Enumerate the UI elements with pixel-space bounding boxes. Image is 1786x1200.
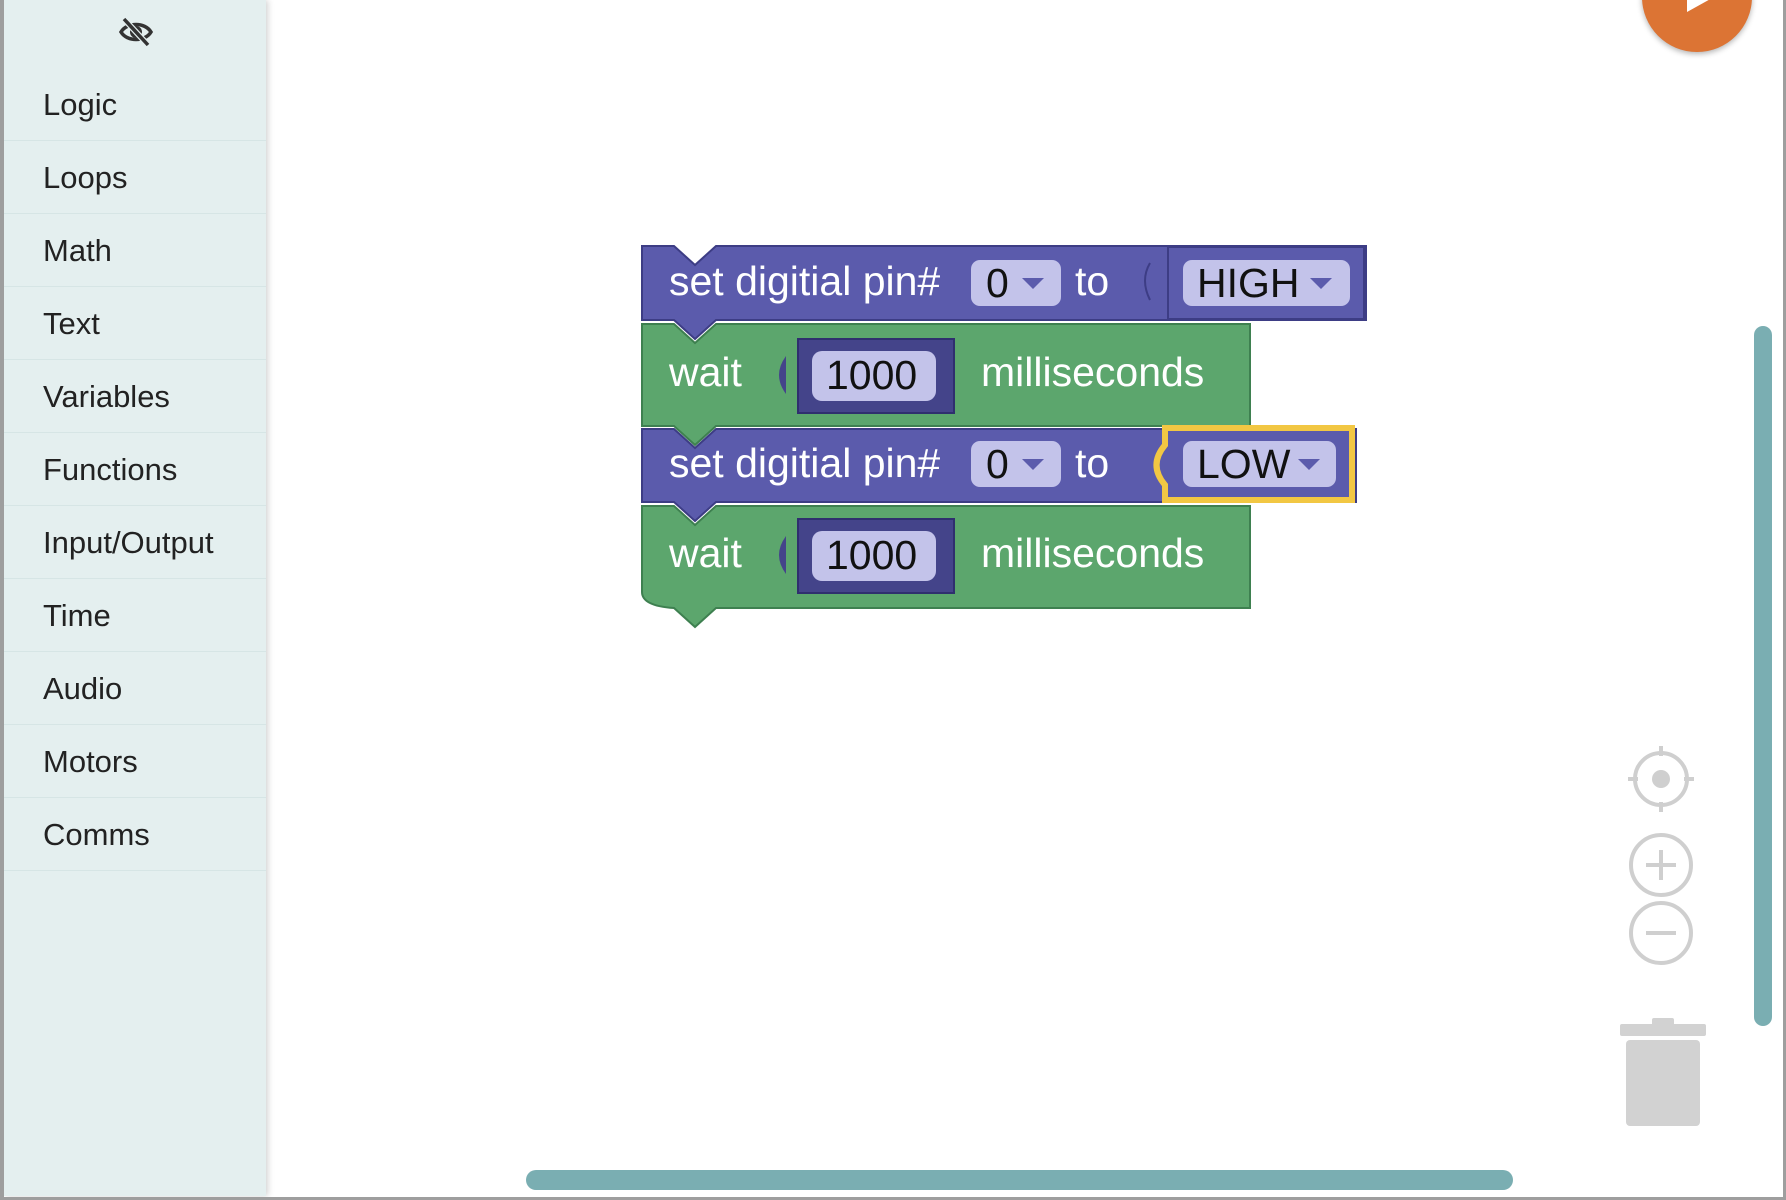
category-variables[interactable]: Variables: [4, 360, 266, 433]
window-frame-left: [0, 0, 4, 1200]
svg-text:LOW: LOW: [1197, 441, 1291, 487]
svg-text:0: 0: [986, 441, 1009, 487]
minus-circle-icon[interactable]: [1626, 898, 1696, 968]
category-logic[interactable]: Logic: [4, 68, 266, 141]
milliseconds-label: milliseconds: [981, 530, 1204, 576]
eye-slash-icon[interactable]: [118, 14, 154, 50]
category-comms[interactable]: Comms: [4, 798, 266, 871]
milliseconds-label: milliseconds: [981, 349, 1204, 395]
set-pin-label: set digitial pin#: [669, 440, 940, 486]
pin-dropdown[interactable]: 0: [971, 260, 1061, 306]
wait-block[interactable]: wait 1000 milliseconds: [641, 323, 1251, 447]
wait-label: wait: [668, 349, 743, 395]
category-functions[interactable]: Functions: [4, 433, 266, 506]
block-workspace[interactable]: set digitial pin# 0 to HIGH wait 1000 mi…: [0, 0, 1786, 1200]
run-button[interactable]: [1642, 0, 1752, 52]
category-motors[interactable]: Motors: [4, 725, 266, 798]
plus-circle-icon[interactable]: [1626, 830, 1696, 900]
play-icon: [1687, 0, 1709, 12]
trash-icon[interactable]: [1618, 1014, 1708, 1128]
crosshair-icon[interactable]: [1626, 744, 1696, 814]
wait-label: wait: [668, 530, 743, 576]
number-field[interactable]: 1000: [812, 531, 936, 581]
vertical-scrollbar[interactable]: [1754, 326, 1772, 1026]
high-low-dropdown[interactable]: LOW: [1183, 441, 1336, 487]
category-math[interactable]: Math: [4, 214, 266, 287]
high-low-dropdown[interactable]: HIGH: [1183, 260, 1350, 306]
category-time[interactable]: Time: [4, 579, 266, 652]
set-pin-label: set digitial pin#: [669, 258, 940, 304]
category-input-output[interactable]: Input/Output: [4, 506, 266, 579]
to-label: to: [1075, 440, 1109, 486]
svg-text:HIGH: HIGH: [1197, 260, 1300, 306]
to-label: to: [1075, 258, 1109, 304]
pin-dropdown[interactable]: 0: [971, 441, 1061, 487]
toolbox-sidebar: Logic Loops Math Text Variables Function…: [4, 0, 266, 1196]
horizontal-scrollbar[interactable]: [526, 1170, 1513, 1190]
category-text[interactable]: Text: [4, 287, 266, 360]
svg-text:1000: 1000: [826, 532, 917, 578]
category-audio[interactable]: Audio: [4, 652, 266, 725]
svg-text:1000: 1000: [826, 352, 917, 398]
wait-block[interactable]: wait 1000 milliseconds: [641, 505, 1251, 629]
category-loops[interactable]: Loops: [4, 141, 266, 214]
svg-text:0: 0: [986, 260, 1009, 306]
number-field[interactable]: 1000: [812, 351, 936, 401]
